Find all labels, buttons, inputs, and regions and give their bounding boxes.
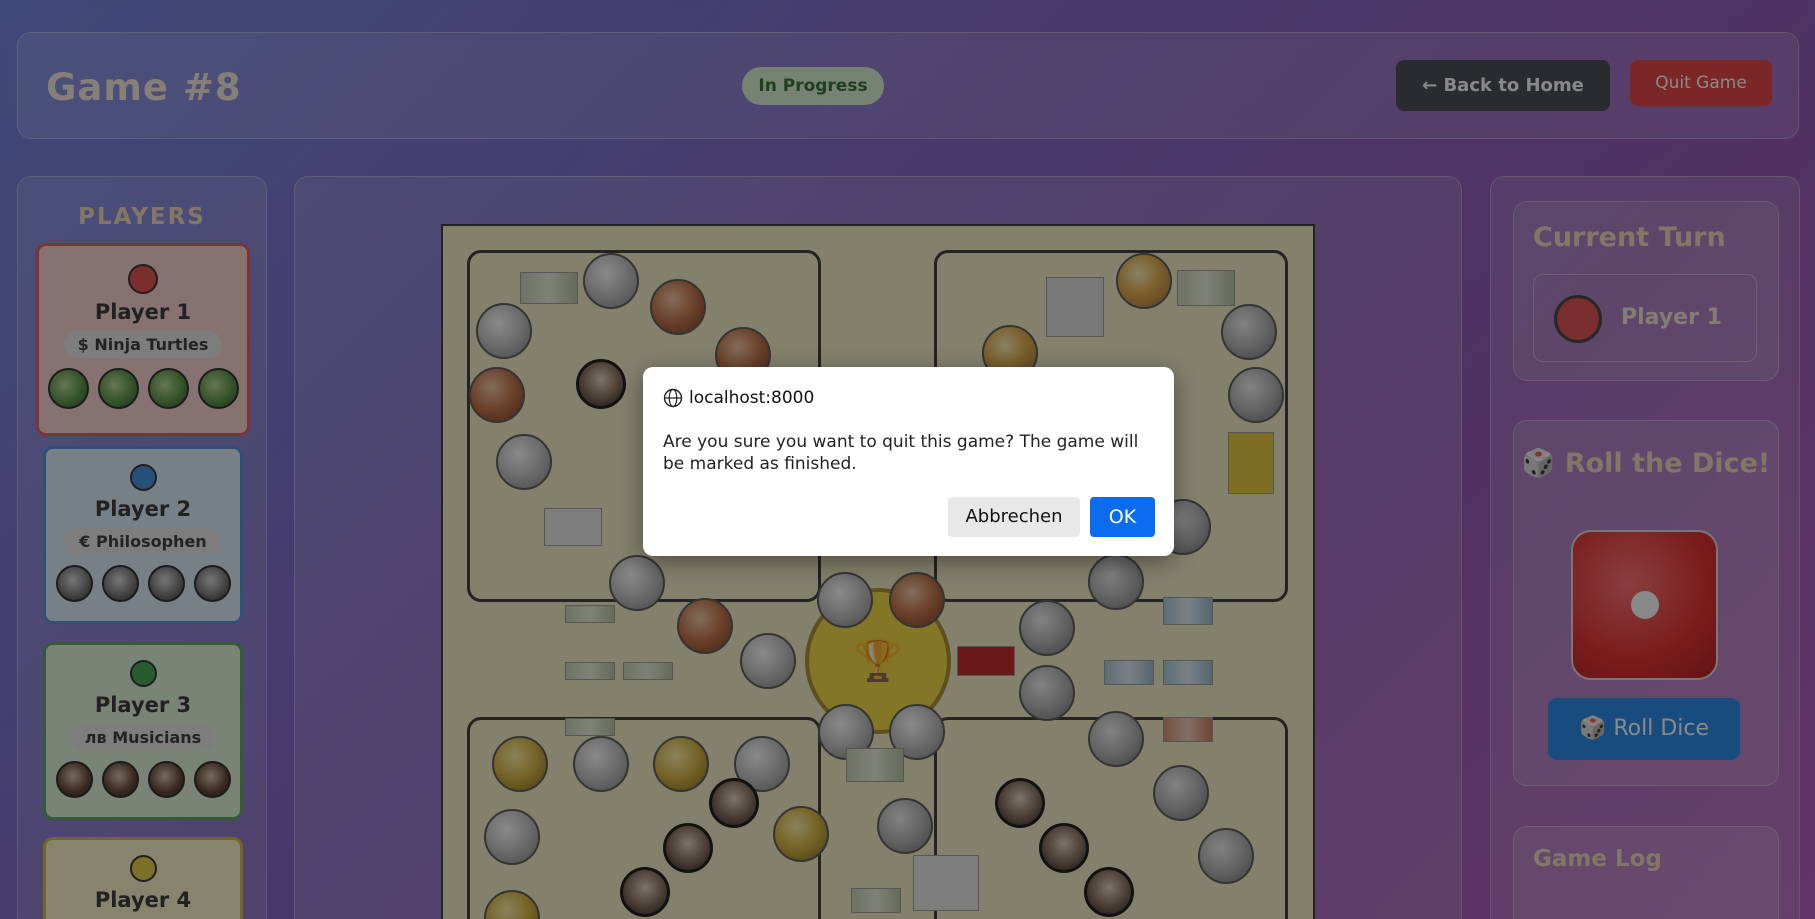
dialog-message: Are you sure you want to quit this game?… bbox=[663, 432, 1139, 474]
dialog-origin: localhost:8000 bbox=[663, 388, 814, 408]
ok-button[interactable]: OK bbox=[1090, 497, 1155, 537]
globe-icon bbox=[663, 388, 683, 408]
cancel-button[interactable]: Abbrechen bbox=[948, 497, 1080, 537]
confirm-dialog: localhost:8000 Are you sure you want to … bbox=[643, 367, 1174, 556]
dialog-origin-text: localhost:8000 bbox=[689, 388, 815, 408]
